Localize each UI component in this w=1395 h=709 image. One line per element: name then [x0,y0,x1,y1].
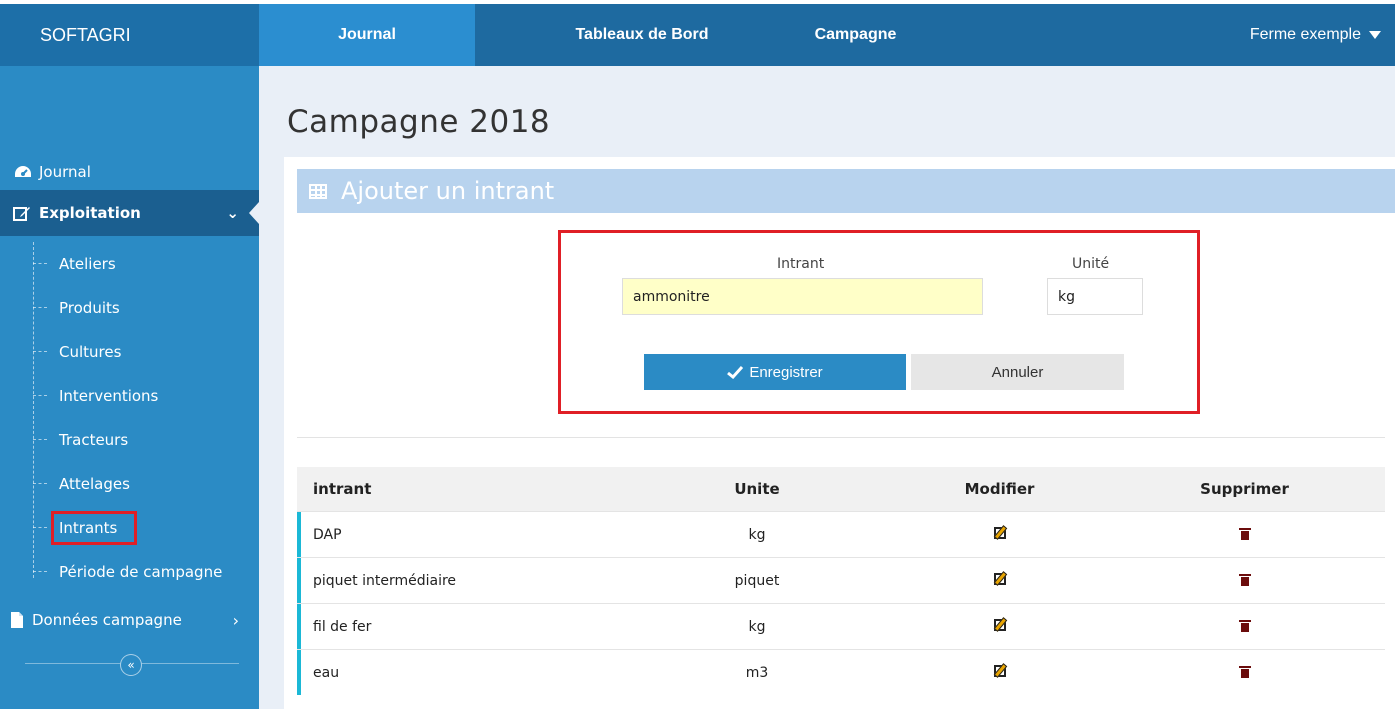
sidebar-item-label: Journal [39,163,91,181]
edit-icon[interactable] [993,526,1006,539]
cell-unite: m3 [745,664,769,681]
check-icon [727,365,744,379]
intrant-label: Intrant [777,256,825,272]
trash-icon[interactable] [1238,619,1251,632]
table-row: eau m3 [297,649,1385,695]
cell-unite: piquet [734,572,780,589]
sidebar-item-label: Ateliers [59,255,116,273]
tree-dash [33,351,47,352]
sidebar-item-cultures[interactable]: Cultures [0,330,259,374]
cell-intrant: piquet intermédiaire [313,572,457,589]
nav-tableaux-de-bord[interactable]: Tableaux de Bord [475,4,809,66]
sidebar-item-journal[interactable]: Journal [0,154,259,190]
cell-unite: kg [748,526,766,543]
top-nav: Journal Tableaux de Bord Campagne [259,4,902,66]
caret-down-icon [1369,31,1381,39]
cell-intrant: DAP [313,526,342,543]
col-modifier: Modifier [964,480,1035,498]
edit-icon [13,207,30,221]
table-header: intrant Unite Modifier Supprimer [297,467,1385,511]
save-button-label: Enregistrer [749,363,823,381]
sidebar-item-exploitation[interactable]: Exploitation ⌄ [0,190,259,236]
farm-selector[interactable]: Ferme exemple [1250,4,1381,66]
tree-dash [33,263,47,264]
sidebar-item-label: Tracteurs [59,431,129,449]
panel-header: Ajouter un intrant [297,169,1395,213]
sidebar-item-label: Produits [59,299,120,317]
collapse-sidebar-button[interactable]: « [120,654,142,676]
unite-input[interactable]: kg [1047,278,1143,315]
sidebar-item-label: Exploitation [39,204,141,222]
tree-dash [33,527,47,528]
top-bar: SOFTAGRI Journal Tableaux de Bord Campag… [0,0,1395,66]
sidebar-item-tracteurs[interactable]: Tracteurs [0,418,259,462]
sidebar-item-attelages[interactable]: Attelages [0,462,259,506]
chevron-down-icon: ⌄ [226,204,239,222]
tree-dash [33,571,47,572]
unite-label: Unité [1072,256,1110,272]
edit-icon[interactable] [993,664,1006,677]
divider [297,437,1385,438]
nav-journal[interactable]: Journal [259,4,475,66]
chevron-right-icon: › [232,610,239,630]
sidebar-item-label: Interventions [59,387,159,405]
sidebar-item-label: Attelages [59,475,130,493]
tree-dash [33,395,47,396]
farm-name: Ferme exemple [1249,26,1361,43]
tree-dash [33,439,47,440]
trash-icon[interactable] [1238,665,1251,678]
cell-intrant: fil de fer [313,618,372,635]
active-indicator [249,202,259,224]
sidebar-item-label: Période de campagne [59,563,223,581]
col-intrant[interactable]: intrant [297,480,637,498]
sidebar-item-donnees-campagne[interactable]: Données campagne › [0,598,259,642]
dashboard-icon [15,166,31,177]
sidebar-item-ateliers[interactable]: Ateliers [0,242,259,286]
save-button[interactable]: Enregistrer [644,354,906,390]
edit-icon[interactable] [993,618,1006,631]
sidebar-item-periode-campagne[interactable]: Période de campagne [0,550,259,594]
col-supprimer: Supprimer [1200,480,1289,498]
sidebar-item-label: Cultures [59,343,122,361]
intrants-table: intrant Unite Modifier Supprimer DAP kg … [297,467,1385,695]
table-row: DAP kg [297,511,1385,557]
cell-unite: kg [748,618,766,635]
table-row: piquet intermédiaire piquet [297,557,1385,603]
col-unite[interactable]: Unite [637,480,877,498]
cell-intrant: eau [313,664,340,681]
table-row: fil de fer kg [297,603,1385,649]
nav-campagne[interactable]: Campagne [809,4,902,66]
intrant-input[interactable]: ammonitre [622,278,983,315]
sidebar-item-produits[interactable]: Produits [0,286,259,330]
file-icon [11,612,23,628]
panel-title: Ajouter un intrant [341,177,555,205]
sidebar-item-intrants[interactable]: Intrants [0,506,259,550]
trash-icon[interactable] [1238,573,1251,586]
sidebar-item-interventions[interactable]: Interventions [0,374,259,418]
page-title: Campagne 2018 [287,104,551,140]
sidebar-item-label: Données campagne [32,611,182,629]
cancel-button[interactable]: Annuler [911,354,1124,390]
brand-logo[interactable]: SOFTAGRI [0,4,259,66]
sidebar-item-label: Intrants [50,511,138,545]
trash-icon[interactable] [1238,527,1251,540]
tree-dash [33,307,47,308]
tree-dash [33,483,47,484]
table-icon [309,183,327,199]
sidebar: Journal Exploitation ⌄ Ateliers Produits… [0,66,259,709]
edit-icon[interactable] [993,572,1006,585]
